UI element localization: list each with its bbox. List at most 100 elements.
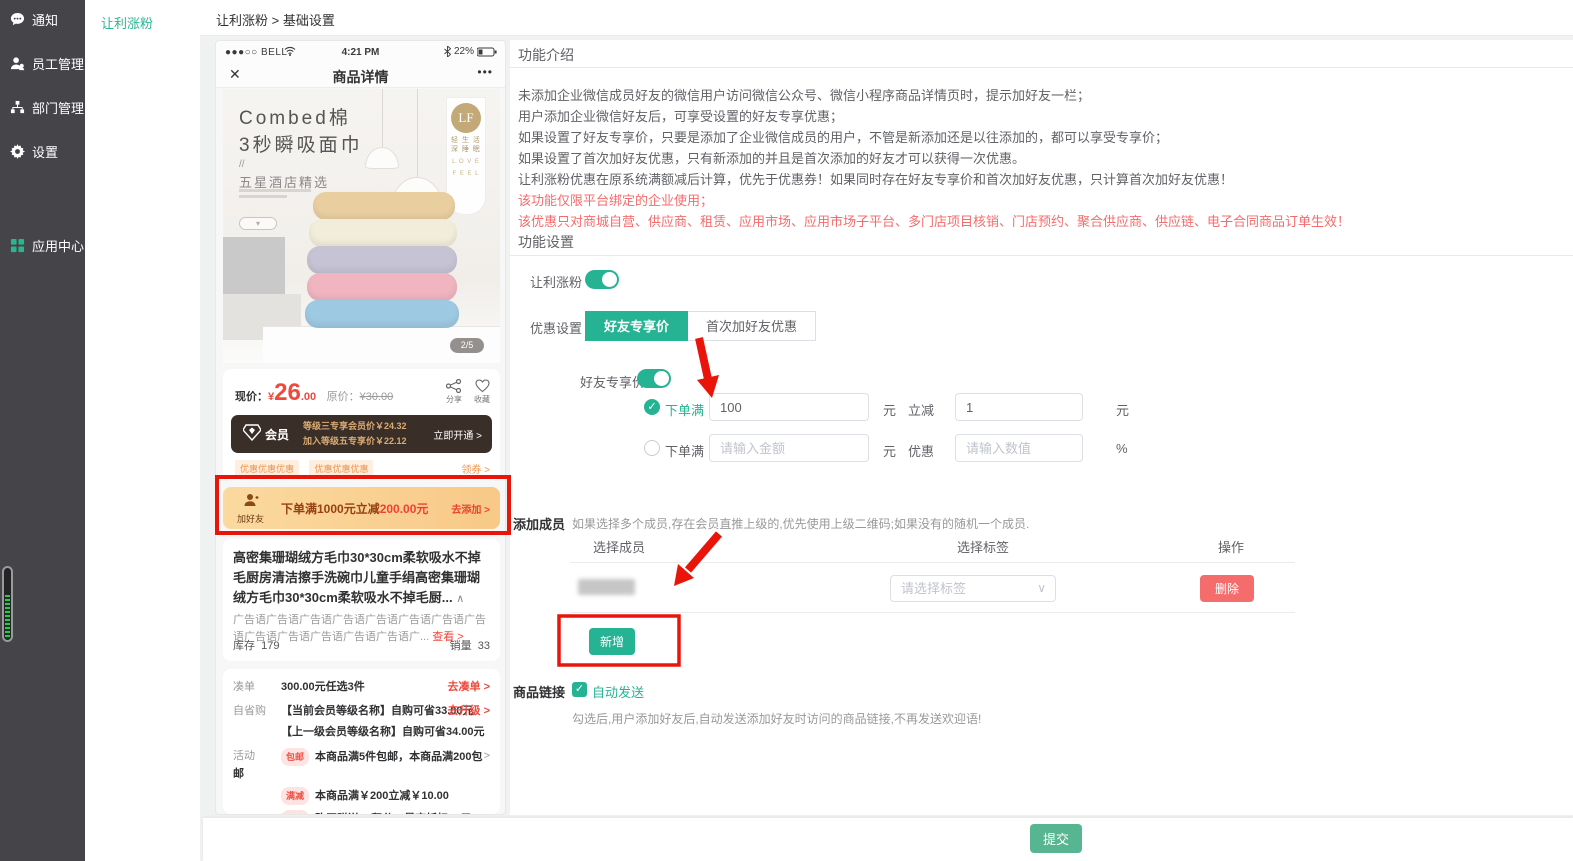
- offer-text: 300.00元任选3件: [281, 681, 365, 693]
- intro-line-1: 未添加企业微信成员好友的微信用户访问微信公众号、微信小程序商品详情页时，提示加好…: [518, 85, 1090, 106]
- share-label: 分享: [446, 395, 462, 404]
- add-members-label: 添加成员: [513, 514, 565, 533]
- price-row: 现价：¥26.00 原价：¥30.00 分享 收藏: [235, 379, 490, 413]
- favorite-action[interactable]: 收藏: [474, 379, 490, 405]
- submit-button[interactable]: 提交: [1030, 824, 1082, 853]
- brand-text-cn1: 轻 生 活: [447, 136, 485, 145]
- person-add-icon: [243, 493, 259, 507]
- rule2-radio-unchecked[interactable]: [644, 440, 660, 456]
- image-pager-badge: 2/5: [450, 338, 484, 353]
- rule1-amount-input[interactable]: [709, 393, 869, 421]
- diamond-icon: [243, 424, 261, 441]
- chevron-down-icon: ∨: [1037, 576, 1046, 601]
- offer-row-self-buy: 自省购 【当前会员等级名称】自购可省33.00元 去升级 > 【上一级会员等级名…: [233, 703, 490, 740]
- hero-text-block: Combed棉 3秒瞬吸面巾 // 五星酒店精选: [239, 103, 363, 191]
- main-sidebar: 通知 员工管理 部门管理 设置 应用中心: [0, 0, 85, 861]
- heart-icon: [475, 379, 490, 393]
- sidebar-item-notifications[interactable]: 通知: [0, 8, 85, 30]
- hero-caption-bar: [239, 189, 311, 192]
- goods-link-label: 商品链接: [513, 682, 565, 701]
- go-collect-cta[interactable]: 去凑单 >: [448, 679, 490, 695]
- offer-text-line2: 【上一级会员等级名称】自购可省34.00元: [281, 724, 490, 740]
- member-banner[interactable]: 会员 等级三专享会员价￥24.32 加入等级五专享价￥22.12 立即开通 >: [231, 415, 492, 453]
- footer-bar: 提交: [203, 818, 1573, 861]
- tag-select[interactable]: 请选择标签 ∨: [890, 575, 1056, 602]
- phone-status-bar: ●●●○○ BELL 4:21 PM 22%: [216, 41, 505, 63]
- enable-label: 让利涨粉: [530, 272, 582, 291]
- tab-first-add-friend[interactable]: 首次加好友优惠: [688, 311, 816, 341]
- sidebar-item-staff[interactable]: 员工管理: [0, 52, 85, 74]
- chevron-right-icon[interactable]: >: [484, 748, 490, 764]
- rule2-discount-label: 优惠: [908, 441, 934, 460]
- phone-page-title: 商品详情: [216, 67, 505, 87]
- activity-text-3: 购买赠送10积分，最高抵扣12元，最少抵...: [281, 813, 483, 815]
- price-now-label: 现价：: [235, 391, 268, 403]
- member-open-cta[interactable]: 立即开通 >: [433, 427, 482, 442]
- intro-line-4: 如果设置了首次加好友优惠，只有新添加的并且是首次添加的好友才可以获得一次优惠。: [518, 148, 1025, 169]
- rule1-reduce-input[interactable]: [955, 393, 1083, 421]
- offer-row-collect: 凑单 300.00元任选3件 去凑单 >: [233, 679, 490, 695]
- hero-pill-button: ▾: [239, 217, 277, 230]
- intro-line-5: 让利涨粉优惠在原系统满额减后计算，优先于优惠券！如果同时存在好友专享价和首次加好…: [518, 169, 1233, 190]
- battery-percent: 22%: [454, 46, 474, 57]
- rule1-reduce-label: 立减: [908, 400, 934, 419]
- goods-info-card: 高密集珊瑚绒方毛巾30*30cm柔软吸水不掉毛厨房清洁擦手洗碗巾儿童手绢高密集珊…: [223, 539, 500, 661]
- gear-icon: [10, 144, 25, 159]
- settings-panel: 功能介绍 未添加企业微信成员好友的微信用户访问微信公众号、微信小程序商品详情页时…: [510, 40, 1573, 815]
- auto-send-checkbox[interactable]: ✓: [572, 682, 587, 697]
- rule2-unit-yuan: 元: [883, 441, 896, 460]
- lamp-cord: [382, 89, 383, 147]
- breadcrumb-bar: 让利涨粉 > 基础设置: [200, 0, 1573, 36]
- auto-send-label: 自动发送: [592, 682, 644, 701]
- friend-price-toggle[interactable]: [637, 369, 671, 388]
- enable-toggle[interactable]: [585, 270, 619, 289]
- upgrade-cta[interactable]: 去升级 >: [448, 703, 490, 719]
- column-actions: 操作: [1218, 537, 1244, 556]
- breadcrumb: 让利涨粉 > 基础设置: [216, 10, 335, 29]
- add-friend-label: 加好友: [237, 512, 264, 525]
- phone-preview: ●●●○○ BELL 4:21 PM 22% ✕ 商品详情 ••• Comb: [215, 40, 506, 815]
- org-tree-icon: [10, 100, 25, 115]
- bathroom-cabinet-shape: [223, 237, 285, 297]
- rule2-discount-input[interactable]: [955, 434, 1083, 462]
- sidebar-item-label: 员工管理: [32, 54, 84, 73]
- rule2-amount-input[interactable]: [709, 434, 869, 462]
- delete-member-button[interactable]: 删除: [1200, 575, 1254, 602]
- more-icon[interactable]: •••: [477, 65, 493, 79]
- hero-slash: //: [239, 159, 363, 170]
- collapse-icon[interactable]: ∧: [456, 593, 464, 605]
- table-divider: [570, 562, 1295, 563]
- section-divider: [510, 67, 1573, 68]
- towel-beige: [313, 192, 455, 220]
- submenu-item-rangli[interactable]: 让利涨粉: [85, 0, 200, 32]
- share-icon: [446, 379, 462, 393]
- add-member-button[interactable]: 新增: [589, 628, 635, 655]
- rule2-threshold-label: 下单满: [665, 441, 704, 460]
- share-action[interactable]: 分享: [446, 379, 462, 405]
- sidebar-item-departments[interactable]: 部门管理: [0, 96, 85, 118]
- hero-caption-bar: [239, 195, 287, 198]
- column-select-tag: 选择标签: [957, 537, 1009, 556]
- tab-friend-price[interactable]: 好友专享价: [585, 311, 688, 341]
- hero-title-line1: Combed棉: [239, 103, 363, 130]
- price-card: 现价：¥26.00 原价：¥30.00 分享 收藏 会员 等: [223, 369, 500, 481]
- column-select-member: 选择成员: [593, 537, 645, 556]
- goods-title: 高密集珊瑚绒方毛巾30*30cm柔软吸水不掉毛厨房清洁擦手洗碗巾儿童手绢高密集珊…: [233, 550, 481, 605]
- add-friend-bar[interactable]: 加好友 下单满1000元立减200.00元 去添加 >: [223, 487, 500, 529]
- friend-offer-text: 下单满1000元立减: [281, 502, 380, 516]
- offer-label: 自省购: [233, 703, 266, 719]
- sales-label: 销量: [450, 640, 472, 652]
- brand-initials: LF: [451, 103, 481, 133]
- get-coupon-cta[interactable]: 领券 >: [461, 461, 490, 476]
- rule1-radio-checked[interactable]: ✓: [644, 399, 660, 415]
- towel-lavender: [307, 246, 457, 274]
- sidebar-item-label: 部门管理: [32, 98, 84, 117]
- towel-cream: [309, 219, 457, 247]
- sidebar-item-settings[interactable]: 设置: [0, 140, 85, 162]
- rule1-unit-yuan-2: 元: [1116, 400, 1129, 419]
- go-add-cta[interactable]: 去添加 >: [451, 501, 490, 516]
- coupon-tag: 优惠优惠优惠: [235, 460, 299, 477]
- sidebar-item-app-center[interactable]: 应用中心: [0, 234, 85, 256]
- price-orig-value: ¥30.00: [360, 391, 394, 403]
- tag-full-reduction: 满减: [281, 787, 309, 805]
